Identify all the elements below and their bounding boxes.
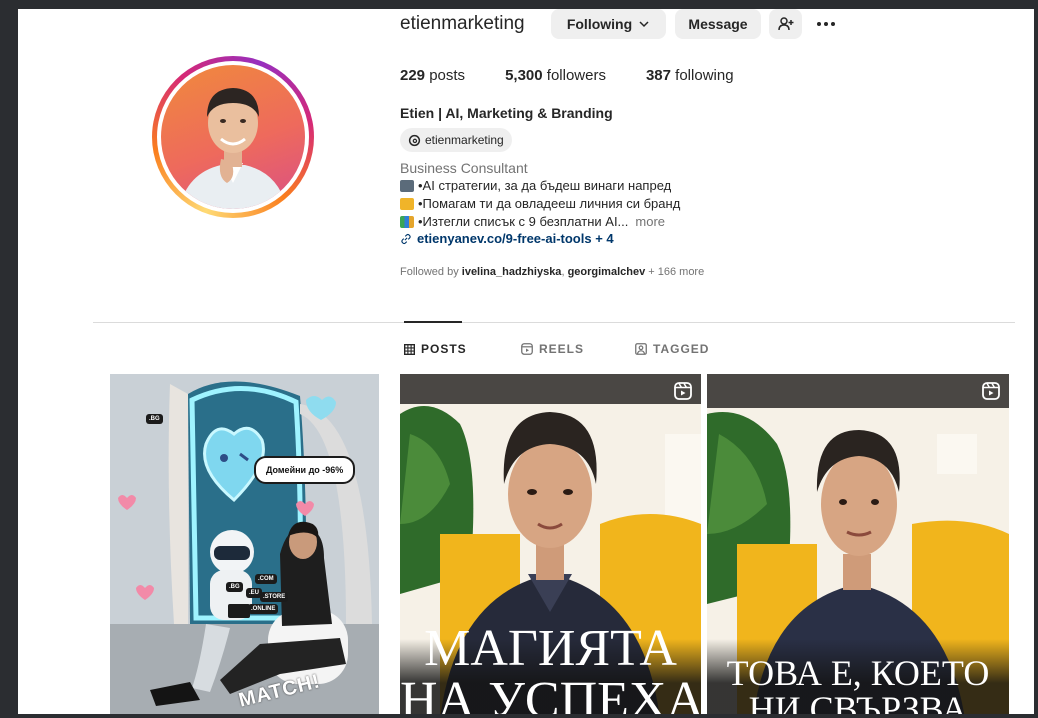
avatar[interactable] [161,65,305,209]
grid-icon [404,343,415,355]
message-button-label: Message [688,16,748,32]
post-thumbnail[interactable]: МАГИЯТА НА УСПЕХА [400,374,701,714]
domain-chip: .BG [146,414,163,424]
followed-by-text[interactable]: Followed by ivelina_hadzhiyska, georgima… [400,266,704,278]
domain-chip: .BG [226,582,243,592]
robot-emoji-icon [400,179,414,192]
profile-full-name: Etien | AI, Marketing & Branding [400,105,613,121]
tabs-divider [93,322,1015,323]
books-emoji-icon [400,215,414,228]
link-icon [401,233,411,244]
chevron-down-icon [639,21,649,28]
active-tab-indicator [404,321,462,323]
bio-line: •Помагам ти да овладееш личния си бранд [400,196,680,211]
suggested-users-button[interactable] [769,9,802,39]
bio-line: •AI стратегии, за да бъдеш винаги напред [400,178,671,193]
avatar-portrait-icon [179,88,287,209]
posts-stat: 229 posts [400,67,466,84]
post-thumbnail[interactable]: .BG .COM .BG .EU .STORE .ONLINE Домейни … [110,374,379,714]
tab-tagged[interactable]: TAGGED [635,342,709,356]
followers-stat[interactable]: 5,300 followers [505,67,606,84]
domain-chip: .COM [255,574,277,584]
following-button-label: Following [566,16,633,32]
profile-page: etienmarketing Following Message 229 pos… [18,9,1034,714]
threads-icon [408,134,421,146]
reel-icon [674,382,692,400]
more-dots-icon [817,22,821,26]
following-stat[interactable]: 387 following [646,67,734,84]
profile-category: Business Consultant [400,160,528,176]
bio-line: •Изтегли списък с 9 безплатни AI... more [400,214,665,229]
story-ring[interactable] [152,56,314,218]
tagged-icon [635,343,647,355]
domain-discount-bubble: Домейни до -96% [254,456,356,484]
reel-icon [982,382,1000,400]
following-button[interactable]: Following [551,9,666,39]
more-options-button[interactable] [812,12,840,36]
reel-caption: ТОВА Е, КОЕТО НИ СВЪРЗВА [726,653,990,714]
post-image [110,374,379,714]
crown-emoji-icon [400,197,414,210]
domain-chip: .STORE [260,592,289,602]
profile-stats: 229 posts 5,300 followers 387 following [400,67,774,84]
threads-link[interactable]: etienmarketing [400,128,512,152]
add-user-icon [777,17,793,31]
profile-username: etienmarketing [400,13,525,34]
reels-icon [521,343,533,355]
bio-more-link[interactable]: more [635,214,665,229]
message-button[interactable]: Message [675,9,761,39]
domain-chip: .ONLINE [248,604,279,614]
profile-website-link[interactable]: etienyanev.co/9-free-ai-tools + 4 [400,231,614,246]
post-thumbnail[interactable]: ТОВА Е, КОЕТО НИ СВЪРЗВА [707,374,1009,714]
tab-posts[interactable]: POSTS [404,342,467,356]
reel-caption: МАГИЯТА НА УСПЕХА [400,620,701,715]
threads-handle: etienmarketing [425,133,504,147]
tab-reels[interactable]: REELS [521,342,584,356]
